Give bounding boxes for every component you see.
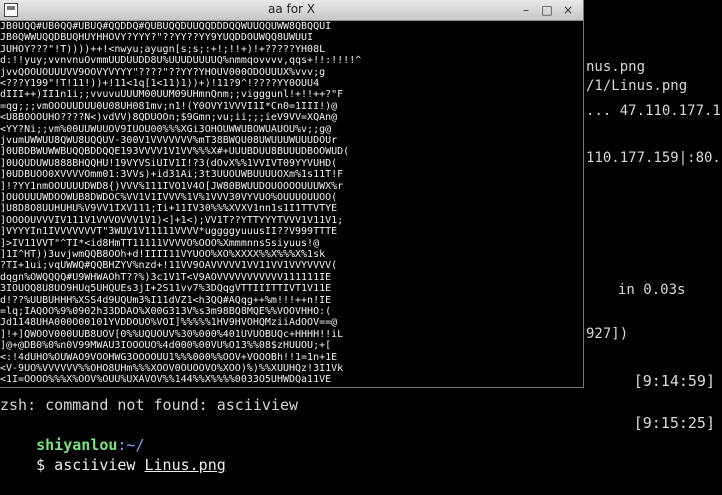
maximize-button[interactable]: □ <box>540 3 554 17</box>
ascii-line: <V-9UO%VVVVVV%%OHO8UHm%%%XOOV0OUOOVO%XOO… <box>0 363 344 374</box>
command-text[interactable]: asciiview <box>45 456 144 474</box>
ascii-line: ]0UQUDUWU888BHQQHU!19VYVSiUIV1I!?3(dOvX%… <box>0 157 338 169</box>
ascii-line: ]@+@DB0%0%n0V99MWAU3IOOOUO%4d000%00VU%O1… <box>0 340 332 352</box>
timestamp: [9:15:25] <box>633 414 715 432</box>
ascii-line: JB0QWWUQQDBUQHUYHHOVY?YYY?"??YY??YY9YUQD… <box>0 32 314 44</box>
ascii-line: dIII++)II1n1i;;vvuvuUUUM00UUM09UHmnQnm;;… <box>0 89 344 101</box>
ascii-render-area: JB0UQQ#UB0QQ#UBUQ#QQDDQ#QUBUQQDUUQQDDDQQ… <box>0 21 583 387</box>
terminal-line: 927]) <box>586 326 629 342</box>
aa-for-x-window[interactable]: aa for X – □ × JB0UQQ#UB0QQ#UBUQ#QQDDQ#Q… <box>0 0 583 387</box>
minimize-button[interactable]: – <box>519 3 533 17</box>
ascii-line: JUHOY???"!T))))++!<nwyu;ayugn[s;s;:+!;!!… <box>0 43 326 55</box>
ascii-line: ]OOOOUVVVIV111V1VVVOVVV1V1)<]+1<);VV1T??… <box>0 214 344 226</box>
terminal-line: ... 47.110.177.1 <box>586 103 721 119</box>
terminal-line: in 0.03s <box>618 282 686 298</box>
ascii-line: ]>IV11VVT"^TI*<id8HmTT11111VVVVO%OOO%Xmm… <box>0 237 320 249</box>
prompt-symbol: $ <box>36 456 46 474</box>
ascii-line: <1I=OOOO%%%X%OOV%OUU%UXAVOV%%144%%X%%%%0… <box>0 374 332 386</box>
window-titlebar[interactable]: aa for X – □ × <box>0 0 583 21</box>
ascii-line: ]0UDBUOO0XVVVVOmm01:3VVs)+id31Ai;3t3UUOU… <box>0 169 344 181</box>
status-line: zsh: command not found: asciiview <box>0 396 299 414</box>
ascii-line: ]1I^HT))3uvjwmQQB8OOh+d!IIII11VYUOO%XO%X… <box>0 249 326 260</box>
close-button[interactable]: × <box>561 3 575 17</box>
ascii-line: =qg;;;vmOOOUUDUU0U08UH081mv;n1!(Y0OVY1VV… <box>0 100 338 112</box>
ascii-line: Jd1148UHA000O00101YVDDOUO%VOI]%%%%%1HV9H… <box>0 317 338 329</box>
prompt-path: :~/ <box>117 436 145 454</box>
ascii-line: <U8BOOOUHO????N<)vdVV)8QDUOOn;$9Gmn;vu;i… <box>0 112 338 124</box>
ascii-line: ]OUOUUUWDOOWUB8DWDOC%VV1V1IVVV%1V%1VVV30… <box>0 192 338 203</box>
ascii-line: ]!+]QWOOV000UUB8UOV[0%%UQUOUV%30%000%401… <box>0 328 344 340</box>
ascii-line: <:!4dUHO%OUWAO9VOOHWG3OOOOUU1%%%000%%OOV… <box>0 351 338 363</box>
ascii-line: ]0UBDBWUWWBUQQBDDQQE193VVVV1V1VV%%%X#+UU… <box>0 146 350 158</box>
ascii-line: JB0UQQ#UB0QQ#UBUQ#QQDDQ#QUBUQQDUUQQDDDQQ… <box>0 21 332 32</box>
terminal-line: 110.177.159|:80. <box>586 150 721 166</box>
ascii-line: ]VYYYIn1IVVVVVVVT"3WUV1V11111VVVV*uggggy… <box>0 226 338 238</box>
file-link[interactable]: Linus.png <box>145 456 226 474</box>
ascii-line: <???Y199"!T!11!))+!11<1q[1<11)1))+)!11?9… <box>0 78 320 89</box>
terminal-line: /1/Linus.png <box>586 78 688 94</box>
ascii-line: =lq;IAQOO%9%0902h33DDAO%X00G313V%s3m98BQ… <box>0 306 332 317</box>
ascii-line: <YY?Ni;;vm%00UUWUUOV9IUOU00%%%XGi3OHOUWW… <box>0 123 332 135</box>
terminal-line: nus.png <box>586 59 646 75</box>
ascii-line: d:!!yuy;vvnvnuOvmmUUDUUDD8U%UUUDUUUUQ%nm… <box>0 55 362 67</box>
window-title: aa for X <box>267 2 316 16</box>
ascii-line: ]!?YY1nmOOUUUUDWD8{)VVV%111IVO1V4O[JW80B… <box>0 180 344 192</box>
prompt-line[interactable]: shiyanlou:~/ $ asciiview Linus.png <box>0 415 226 495</box>
ascii-line: d!??%UUBUHHH%XSS4d9UQUm3%I11dVZ1<h3QQ#AQ… <box>0 294 332 306</box>
ascii-line: ?TI+1ui;vqUWWQ#QQBHZYV%nzd+!11VV9OAVVVVV… <box>0 260 338 272</box>
ascii-line: jvumUWWUU8QWU8UQQUV-300V1VVVVVVV%mT38BWQ… <box>0 135 338 146</box>
ascii-line: 3IOUOQ8U8UO9HUq5UHQUEs3jI+2S11vv7%3DQqgV… <box>0 283 332 295</box>
ascii-line: dqgn%OWQQQQ#U9WHWAOhT??%)3c1V1T<V9AOVVVV… <box>0 271 332 283</box>
ascii-line: ]U8D8O8UUHUHU%V9VV1IXV111;Ii+11IV30%%%XV… <box>0 203 338 215</box>
prompt-user: shiyanlou <box>36 436 118 454</box>
ascii-line: jvvQOOUOUUUVV9OOVYVYYY"????"??YY?YHOUV00… <box>0 66 326 78</box>
timestamp: [9:14:59] <box>633 372 715 390</box>
